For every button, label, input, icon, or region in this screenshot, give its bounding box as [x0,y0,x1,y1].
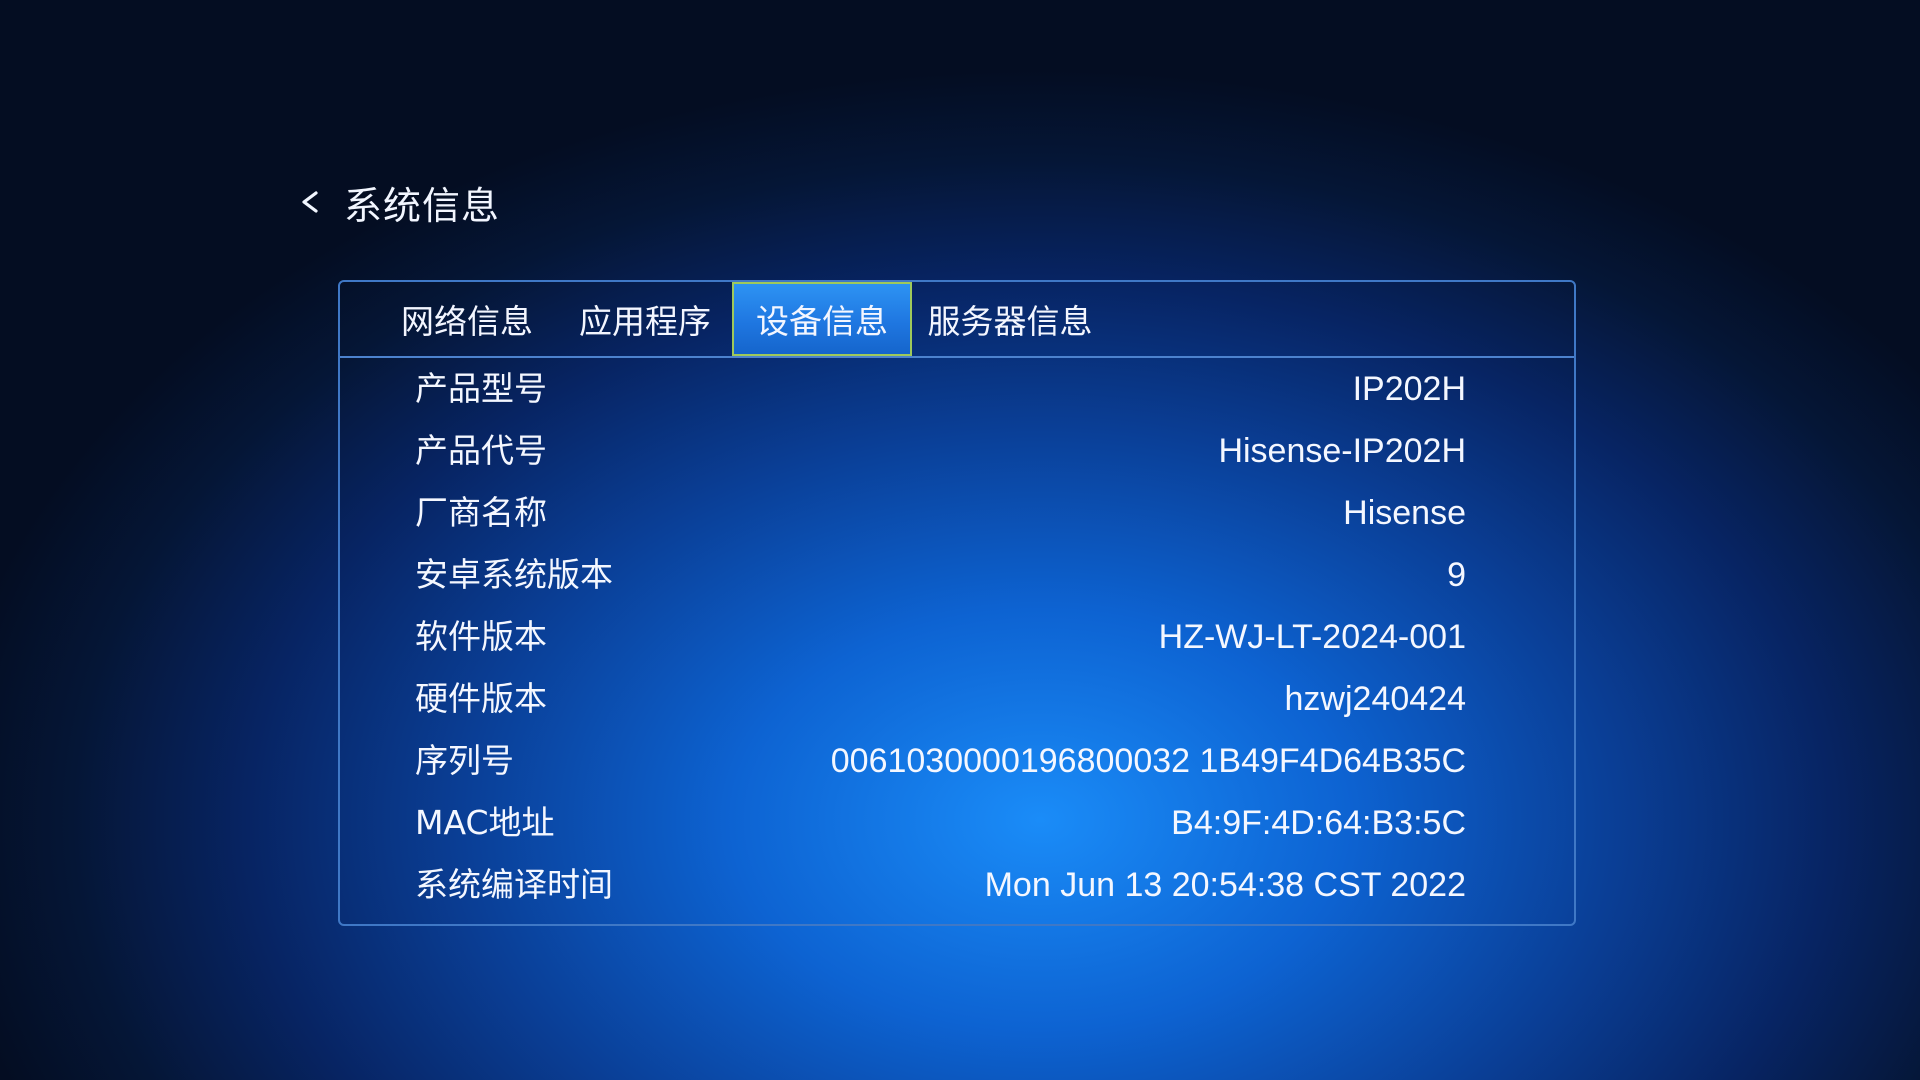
info-label: 软件版本 [415,617,547,656]
info-value: Hisense [1343,494,1466,532]
tab-network-info[interactable]: 网络信息 [380,282,554,356]
tab-device-info[interactable]: 设备信息 [732,282,912,356]
info-value: Mon Jun 13 20:54:38 CST 2022 [984,866,1466,904]
info-value: Hisense-IP202H [1218,432,1466,470]
info-row-build-time: 系统编译时间 Mon Jun 13 20:54:38 CST 2022 [340,854,1574,916]
info-value: hzwj240424 [1284,680,1466,718]
info-label: 序列号 [415,741,514,780]
chevron-left-icon[interactable] [298,182,326,222]
tab-bar: 网络信息 应用程序 设备信息 服务器信息 [340,282,1574,358]
page-header: 系统信息 [298,172,500,232]
tab-server-info[interactable]: 服务器信息 [912,282,1108,356]
info-row-mac-address: MAC地址 B4:9F:4D:64:B3:5C [340,792,1574,854]
tab-applications[interactable]: 应用程序 [558,282,732,356]
info-label: MAC地址 [415,803,555,842]
info-label: 系统编译时间 [415,865,613,904]
info-value: HZ-WJ-LT-2024-001 [1158,618,1466,656]
info-row-product-model: 产品型号 IP202H [340,358,1574,420]
info-label: 厂商名称 [415,493,547,532]
system-info-panel: 网络信息 应用程序 设备信息 服务器信息 产品型号 IP202H 产品代号 Hi… [338,280,1576,926]
info-row-software-version: 软件版本 HZ-WJ-LT-2024-001 [340,606,1574,668]
page-title: 系统信息 [344,183,501,228]
info-label: 产品代号 [415,431,547,470]
info-value: B4:9F:4D:64:B3:5C [1171,804,1466,842]
info-label: 安卓系统版本 [415,555,613,594]
info-label: 硬件版本 [415,679,547,718]
info-row-hardware-version: 硬件版本 hzwj240424 [340,668,1574,730]
info-row-serial-number: 序列号 0061030000196800032 1B49F4D64B35C [340,730,1574,792]
info-value: 9 [1447,556,1466,594]
info-row-product-code: 产品代号 Hisense-IP202H [340,420,1574,482]
info-value: 0061030000196800032 1B49F4D64B35C [830,742,1466,780]
info-row-manufacturer: 厂商名称 Hisense [340,482,1574,544]
info-value: IP202H [1352,370,1466,408]
info-label: 产品型号 [415,369,547,408]
info-row-android-version: 安卓系统版本 9 [340,544,1574,606]
